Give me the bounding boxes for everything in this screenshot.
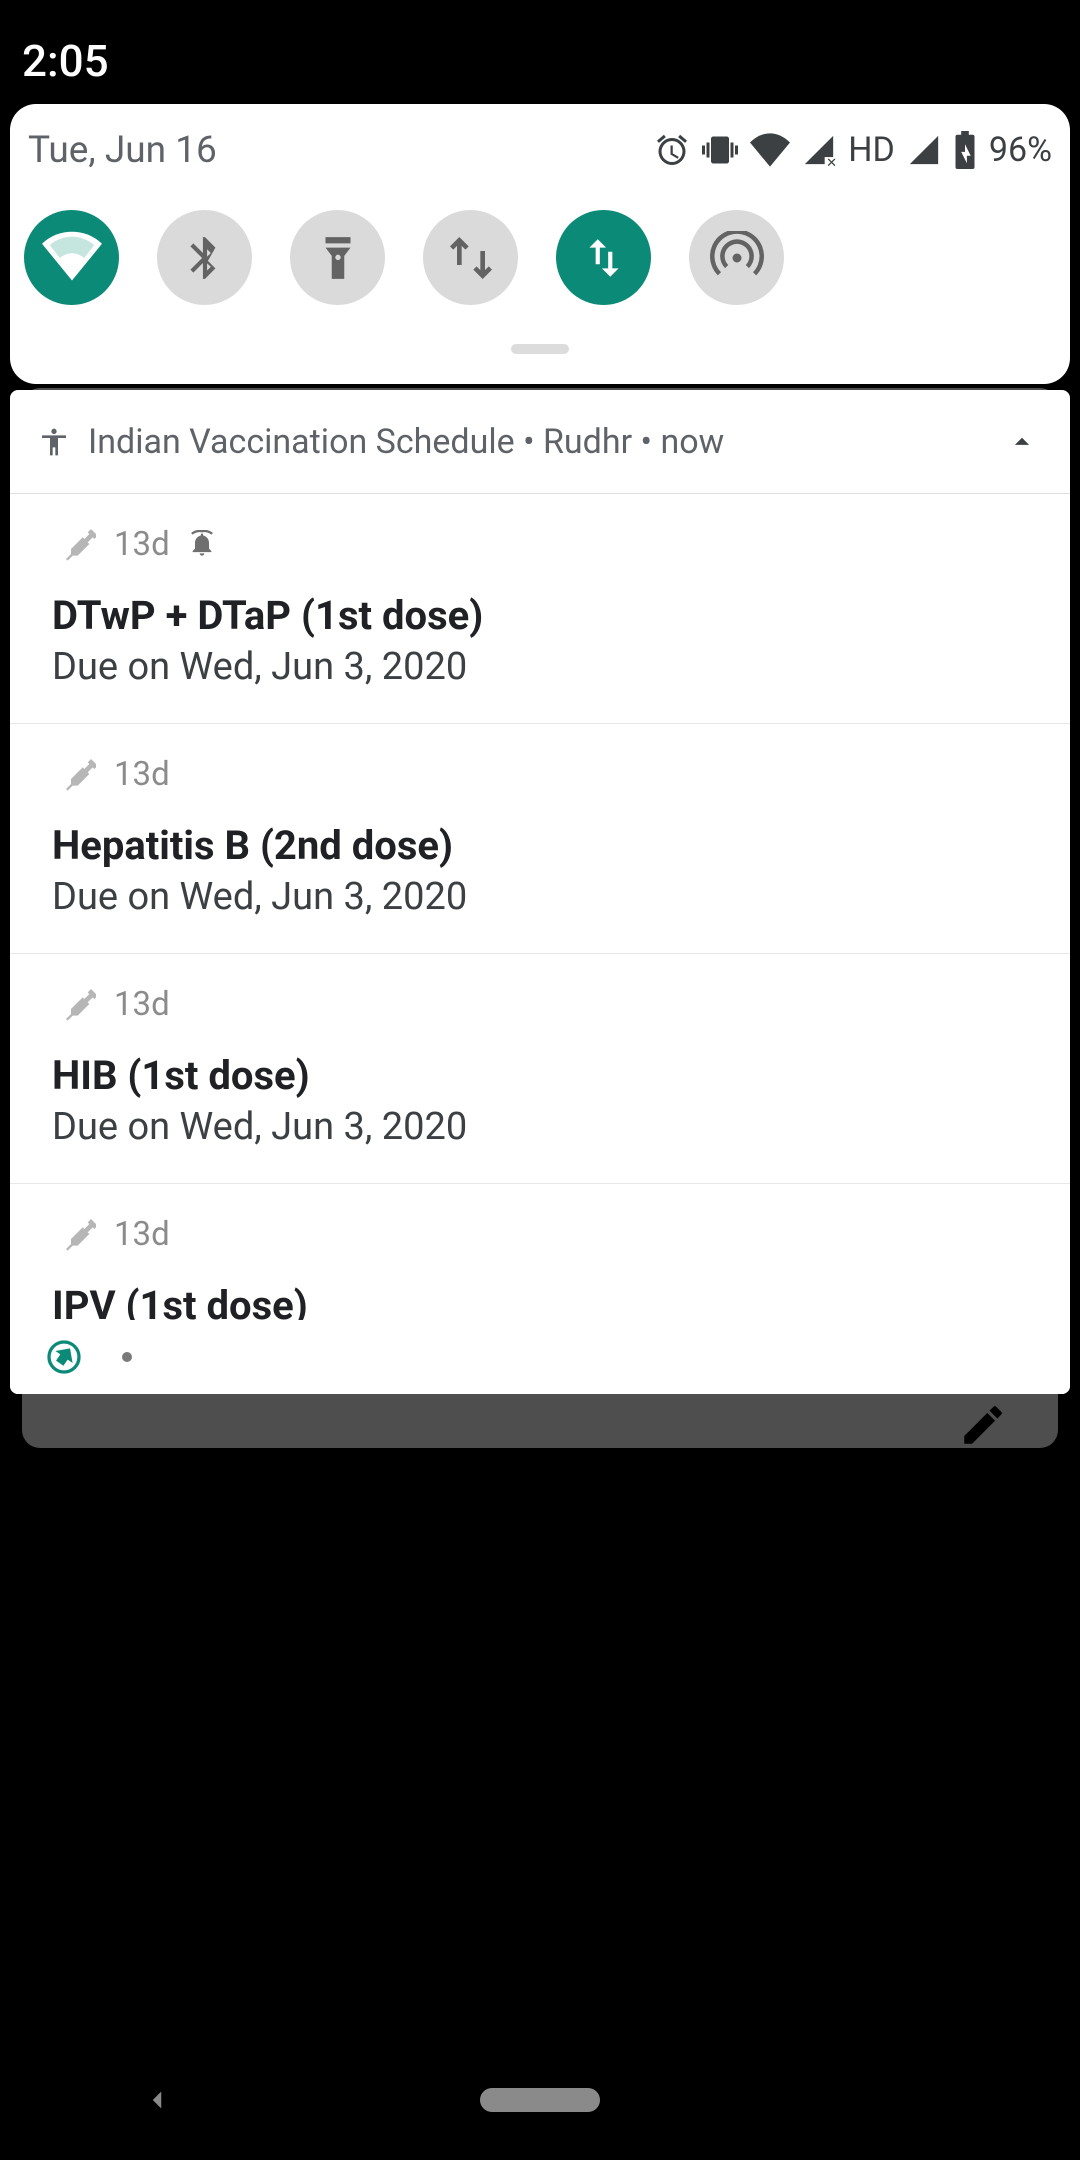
notification-title: HIB (1st dose) <box>52 1052 1028 1099</box>
notification-subtitle: Due on Wed, Jun 3, 2020 <box>52 1105 1028 1149</box>
nav-home-pill[interactable] <box>480 2088 600 2112</box>
toggle-mobiledata[interactable] <box>556 210 651 305</box>
notification-item[interactable]: 13d Hepatitis B (2nd dose) Due on Wed, Jun… <box>10 724 1070 954</box>
quick-settings-status-row: Tue, Jun 16 ✕ HD 96% <box>10 104 1070 172</box>
notification-subtitle: Due on Wed, Jun 3, 2020 <box>52 875 1028 919</box>
syringe-icon <box>56 984 96 1024</box>
notification-context: Rudhr <box>543 422 632 462</box>
bullet: • <box>641 422 661 462</box>
edit-fab-icon <box>958 1400 1008 1450</box>
manage-notif-icon[interactable] <box>46 1339 82 1375</box>
battery-icon <box>953 131 977 169</box>
svg-text:✕: ✕ <box>826 156 836 167</box>
app-icon <box>38 426 70 458</box>
collapse-chevron-icon[interactable] <box>1002 422 1042 462</box>
alarm-icon <box>654 132 690 168</box>
notification-age: 13d <box>114 985 170 1024</box>
toggle-flashlight[interactable] <box>290 210 385 305</box>
notification-item[interactable]: 13dIPV (1st dose) <box>10 1184 1070 1329</box>
toggle-wifi[interactable] <box>24 210 119 305</box>
notification-header-text: Indian Vaccination Schedule • Rudhr • no… <box>88 422 1002 462</box>
hd-label: HD <box>848 130 895 170</box>
notification-footer[interactable] <box>10 1320 1070 1394</box>
notification-header[interactable]: Indian Vaccination Schedule • Rudhr • no… <box>10 390 1070 494</box>
toggle-autorotate[interactable] <box>423 210 518 305</box>
quick-toggles-row <box>10 172 1070 305</box>
notification-subtitle: Due on Wed, Jun 3, 2020 <box>52 645 1028 689</box>
pager-dot <box>122 1352 132 1362</box>
app-name: Indian Vaccination Schedule <box>88 422 515 462</box>
notification-age: 13d <box>114 755 170 794</box>
toggle-hotspot[interactable] <box>689 210 784 305</box>
notification-item[interactable]: 13d DTwP + DTaP (1st dose) Due on Wed, Jun… <box>10 494 1070 724</box>
toggle-bluetooth[interactable] <box>157 210 252 305</box>
notification-item[interactable]: 13d HIB (1st dose) Due on Wed, Jun 3, 2020 <box>10 954 1070 1184</box>
signal-2-icon <box>907 133 941 167</box>
notification-time: now <box>660 422 724 462</box>
notification-age: 13d <box>114 525 170 564</box>
quick-settings-panel: Tue, Jun 16 ✕ HD 96% <box>10 104 1070 384</box>
status-clock: 2:05 <box>22 35 109 87</box>
syringe-icon <box>56 524 96 564</box>
notification-card[interactable]: Indian Vaccination Schedule • Rudhr • no… <box>10 390 1070 1394</box>
nav-bar <box>0 2040 1080 2160</box>
nav-back-icon[interactable] <box>140 2083 174 2117</box>
wifi-status-icon <box>750 133 790 167</box>
notification-items: 13d DTwP + DTaP (1st dose) Due on Wed, Jun… <box>10 494 1070 1329</box>
notification-title: DTwP + DTaP (1st dose) <box>52 592 1028 639</box>
bullet: • <box>523 422 543 462</box>
battery-label: 96% <box>989 130 1052 170</box>
status-icons: ✕ HD 96% <box>654 130 1052 170</box>
notification-title: Hepatitis B (2nd dose) <box>52 822 1028 869</box>
syringe-icon <box>56 1214 96 1254</box>
status-date[interactable]: Tue, Jun 16 <box>28 129 217 172</box>
vibrate-icon <box>702 132 738 168</box>
panel-drag-handle[interactable] <box>511 344 569 354</box>
signal-1-icon: ✕ <box>802 133 836 167</box>
syringe-icon <box>56 754 96 794</box>
alert-bell-icon <box>188 530 216 558</box>
notification-age: 13d <box>114 1215 170 1254</box>
